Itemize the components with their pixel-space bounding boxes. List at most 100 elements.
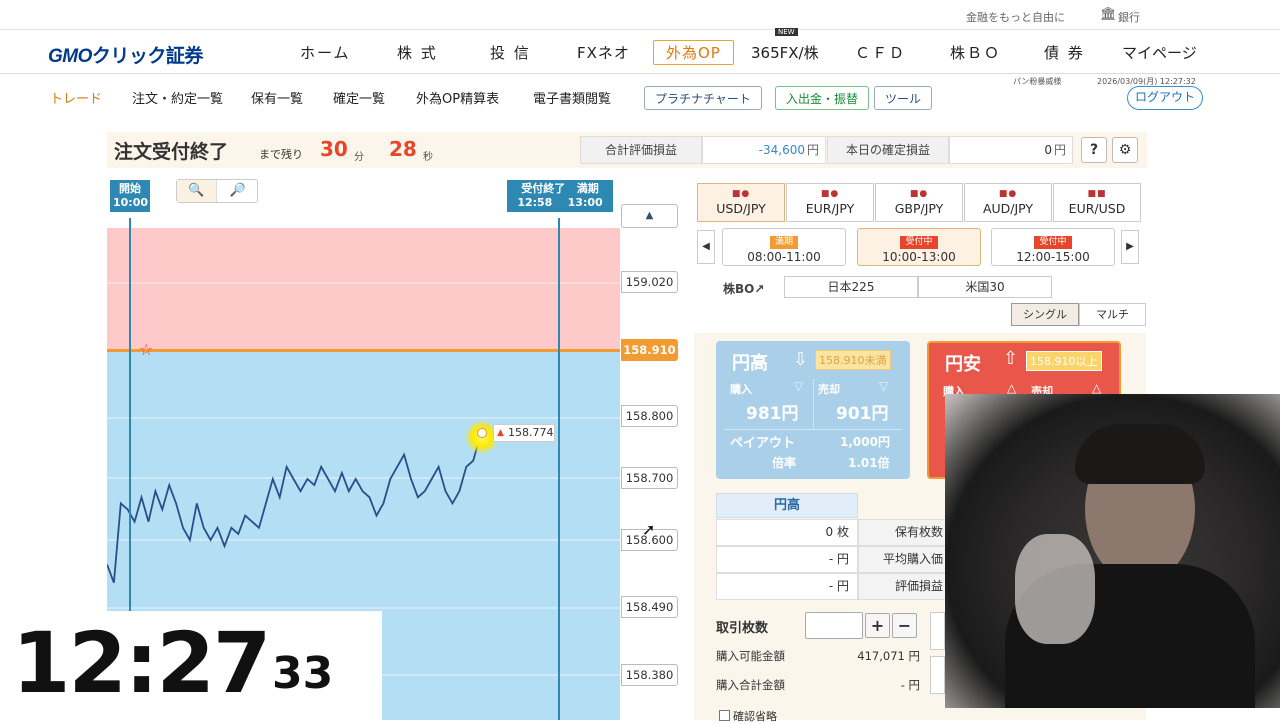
tab-gbp-jpy[interactable]: ■● GBP/JPY — [875, 183, 963, 222]
nav-bond[interactable]: 債 券 — [1044, 42, 1085, 63]
top-utility-bar — [0, 0, 1280, 30]
unrealized-pnl: - 円 — [716, 573, 858, 600]
platinum-chart-button[interactable]: プラチナチャート — [644, 86, 762, 110]
scroll-up-button[interactable]: ▲ — [621, 204, 678, 228]
price-tick: 158.490 — [621, 596, 678, 618]
flag-icon: ■■ — [1087, 189, 1107, 199]
nav-fxneo[interactable]: FXネオ — [577, 42, 630, 63]
nav-stock[interactable]: 株 式 — [397, 42, 438, 63]
session-1[interactable]: 満期 08:00-11:00 — [722, 228, 846, 266]
tab-usd-jpy[interactable]: ■● USD/JPY — [697, 183, 785, 222]
position-header: 円高 — [716, 493, 858, 518]
index-nikkei225[interactable]: 日本225 — [784, 276, 918, 298]
expiry-time-line — [558, 218, 560, 720]
subnav-settled[interactable]: 確定一覧 — [333, 88, 385, 107]
price-tick: 158.800 — [621, 405, 678, 427]
mode-multi[interactable]: マルチ — [1079, 303, 1146, 326]
quantity-minus-button[interactable]: − — [892, 613, 917, 638]
yen-high-card[interactable]: 円高 ⇩ 158.910未満 購入 ▽ 売却 ▽ 981円 901円 ペイアウト… — [716, 341, 910, 479]
order-closed-title: 注文受付終了 — [114, 141, 229, 163]
session-next-button[interactable]: ▶ — [1121, 230, 1139, 264]
remaining-minutes: 30 — [320, 137, 348, 161]
stock-bo-link[interactable]: 株BO↗ — [723, 280, 764, 297]
price-tick: 159.020 — [621, 271, 678, 293]
price-tick: 158.380 — [621, 664, 678, 686]
buyable-amount-value: 417,071 円 — [857, 649, 920, 663]
bank-link[interactable]: 銀行 — [1118, 9, 1140, 25]
today-pnl-label: 本日の確定損益 — [827, 136, 949, 164]
gmo-logo[interactable]: GMOクリック証券 — [48, 41, 203, 68]
settings-button[interactable]: ⚙ — [1112, 137, 1138, 163]
flag-icon: ■● — [731, 189, 751, 199]
nav-mypage[interactable]: マイページ — [1122, 42, 1197, 63]
confirm-skip-checkbox[interactable] — [719, 710, 730, 721]
hand-blur-shape — [1015, 534, 1095, 644]
total-pnl-value: -34,600 円 — [702, 136, 826, 164]
subnav-settlement-table[interactable]: 外為OP精算表 — [416, 88, 499, 107]
session-prev-button[interactable]: ◀ — [697, 230, 715, 264]
logout-button[interactable]: ログアウト — [1127, 86, 1203, 110]
nav-fx-option[interactable]: 外為OP — [653, 40, 734, 65]
deposit-transfer-button[interactable]: 入出金・振替 — [775, 86, 870, 110]
close-expiry-flag: 受付終了 満期 12:58 13:00 — [507, 180, 613, 212]
tab-aud-jpy[interactable]: ■● AUD/JPY — [964, 183, 1052, 222]
gear-icon: ⚙ — [1118, 142, 1132, 158]
hair-shape — [1075, 424, 1205, 484]
tab-eur-jpy[interactable]: ■● EUR/JPY — [786, 183, 874, 222]
tools-button[interactable]: ツール — [874, 86, 933, 110]
index-dow30[interactable]: 米国30 — [918, 276, 1052, 298]
subnav-holdings[interactable]: 保有一覧 — [251, 88, 303, 107]
holding-count: 0 枚 — [716, 519, 858, 546]
subnav-orders[interactable]: 注文・約定一覧 — [132, 88, 223, 107]
buy-button-edge[interactable] — [930, 612, 945, 650]
flag-icon: ■● — [820, 189, 840, 199]
subnav-trade[interactable]: トレード — [50, 88, 102, 107]
flag-icon: ■● — [909, 189, 929, 199]
subnav-documents[interactable]: 電子書類閲覧 — [533, 88, 611, 107]
holding-count-label: 保有枚数 — [858, 519, 948, 546]
chevron-up-icon: △ — [1092, 381, 1102, 395]
mode-single[interactable]: シングル — [1011, 303, 1079, 326]
tagline-link[interactable]: 金融をもっと自由に — [966, 9, 1065, 25]
avg-price-label: 平均購入価 — [858, 546, 948, 573]
tab-eur-usd[interactable]: ■■ EUR/USD — [1053, 183, 1141, 222]
user-name: パン粉暴威様 — [1013, 77, 1062, 86]
chevron-down-icon: ▽ — [794, 379, 804, 393]
chevron-down-icon: ▽ — [879, 379, 889, 393]
nav-365fx[interactable]: 365FX/株 — [751, 42, 819, 63]
nav-home[interactable]: ホーム — [300, 42, 351, 63]
nav-stock-bo[interactable]: 株ＢＯ — [950, 42, 1001, 63]
quantity-label: 取引枚数 — [716, 621, 769, 636]
webcam-overlay — [945, 394, 1280, 708]
triangle-right-icon: ▶ — [1126, 241, 1134, 252]
session-2[interactable]: 受付中 10:00-13:00 — [857, 228, 981, 266]
avg-price: - 円 — [716, 546, 858, 573]
nav-cfd[interactable]: ＣＦＤ — [855, 42, 906, 63]
seconds-unit: 秒 — [423, 152, 433, 163]
max-button-edge[interactable] — [930, 656, 945, 694]
strike-price-tick: 158.910 — [621, 339, 678, 361]
quantity-plus-button[interactable]: + — [865, 613, 890, 638]
arrow-up-icon: ⇧ — [1003, 348, 1019, 369]
up-triangle-icon: ▲ — [497, 428, 504, 438]
buyable-amount-label: 購入可能金額 — [716, 649, 785, 663]
zoom-in-button[interactable]: 🔎 — [218, 180, 258, 202]
price-tick: 158.700 — [621, 467, 678, 489]
zoom-out-button[interactable]: 🔍 — [177, 180, 217, 202]
divider — [724, 429, 902, 430]
remaining-seconds: 28 — [389, 137, 417, 161]
new-badge: NEW — [775, 28, 798, 36]
divider — [813, 379, 814, 429]
help-button[interactable]: ? — [1081, 137, 1107, 163]
total-pnl-label: 合計評価損益 — [580, 136, 702, 164]
zoom-controls: 🔍 🔎 — [176, 179, 258, 203]
minutes-unit: 分 — [354, 152, 364, 163]
triangle-left-icon: ◀ — [702, 241, 710, 252]
session-3[interactable]: 受付中 12:00-15:00 — [991, 228, 1115, 266]
mouse-cursor-icon: ➚ — [642, 520, 656, 539]
total-amount-label: 購入合計金額 — [716, 678, 785, 692]
confirm-skip-label: 確認省略 — [733, 710, 777, 723]
nav-fund[interactable]: 投 信 — [490, 42, 531, 63]
quantity-input[interactable] — [805, 612, 863, 639]
chevron-up-icon: △ — [1007, 381, 1017, 395]
